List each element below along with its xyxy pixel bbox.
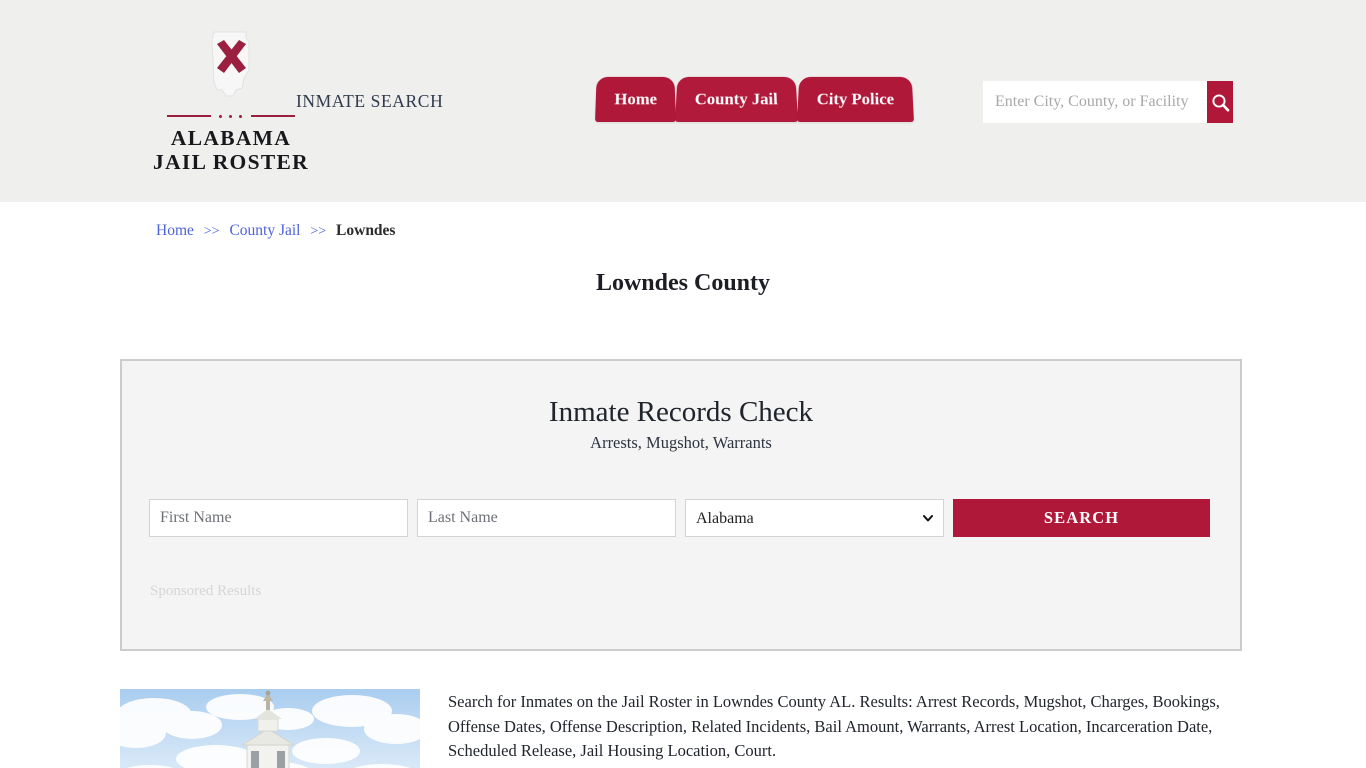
search-icon [1211,93,1229,112]
logo-line-1: ALABAMA [170,126,292,150]
panel-subtitle: Arrests, Mugshot, Warrants [590,433,772,452]
logo-line-2: JAIL ROSTER [153,150,309,175]
header-search-button[interactable] [1207,81,1233,123]
inmate-search-form: Alabama SEARCH [149,499,1213,537]
header-search-input[interactable] [983,81,1207,123]
header-search [983,81,1233,123]
state-select[interactable]: Alabama [685,499,944,537]
first-name-input[interactable] [149,499,408,537]
breadcrumb-item-county-jail[interactable]: County Jail [229,222,300,239]
page-title: Lowndes County [595,270,771,296]
state-select-wrapper: Alabama [685,499,944,537]
county-description: Search for Inmates on the Jail Roster in… [448,692,1220,760]
nav-item-county-jail[interactable]: County Jail [675,76,798,122]
last-name-input[interactable] [417,499,676,537]
nav-item-home[interactable]: Home [595,76,677,122]
nav-item-city-police[interactable]: City Police [796,76,914,122]
breadcrumb-separator: >> [310,224,327,239]
sponsored-results-label: Sponsored Results [150,583,262,599]
site-tagline: INMATE SEARCH [296,91,444,111]
county-summary-section: Search for Inmates on the Jail Roster in… [120,689,1242,768]
panel-title: Inmate Records Check [548,396,814,428]
breadcrumb-item-current: Lowndes [336,222,396,239]
inmate-records-panel: Inmate Records Check Arrests, Mugshot, W… [120,359,1242,651]
breadcrumb-item-home[interactable]: Home [156,222,194,239]
courthouse-photo [120,689,420,768]
records-search-button[interactable]: SEARCH [953,499,1210,537]
main-navigation: Home County Jail City Police [595,75,914,123]
alabama-state-flag-icon [200,30,262,108]
breadcrumb: Home >> County Jail >> Lowndes [156,222,395,240]
breadcrumb-separator: >> [203,224,220,239]
site-header: ALABAMA JAIL ROSTER INMATE SEARCH Home C… [0,0,1366,202]
site-logo[interactable]: ALABAMA JAIL ROSTER [151,30,311,174]
logo-divider [167,112,295,120]
